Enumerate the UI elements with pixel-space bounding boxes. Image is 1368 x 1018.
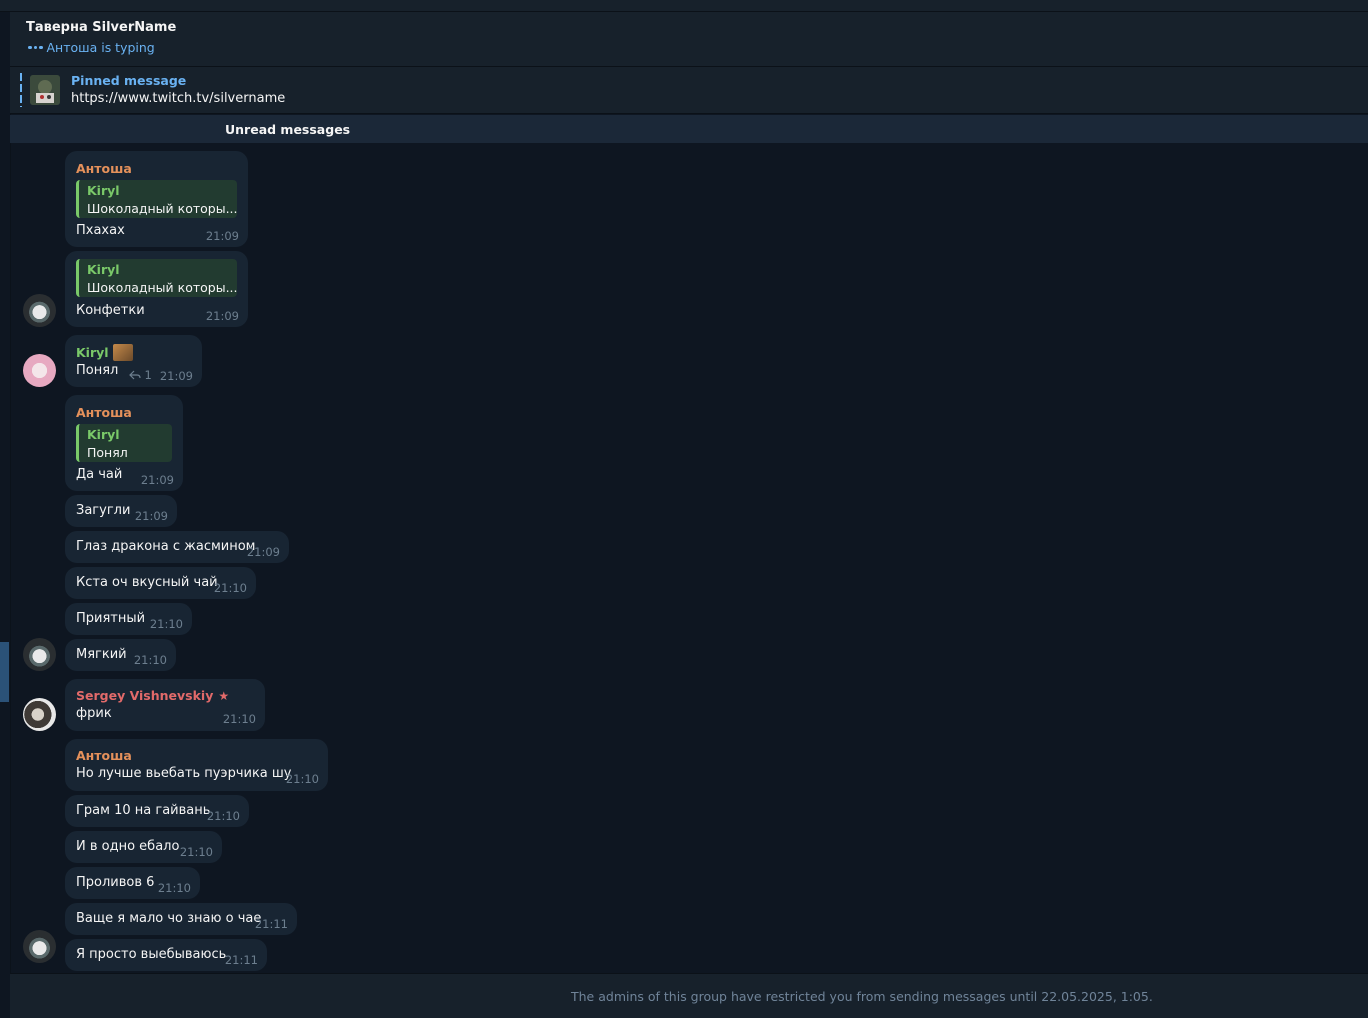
- message-text: Я просто выебываюсь: [76, 947, 227, 962]
- avatar-antosha[interactable]: [23, 638, 56, 671]
- message-time-value: 21:09: [159, 369, 193, 383]
- message-bubble[interactable]: Антоша Kiryl Понял Да чай 21:09: [65, 395, 183, 491]
- avatar-sergey[interactable]: [23, 698, 56, 731]
- message-bubble[interactable]: Кста оч вкусный чай 21:10: [65, 567, 256, 599]
- message-time: 21:10: [149, 617, 183, 631]
- reply-quote[interactable]: Kiryl Шоколадный которы...: [76, 259, 238, 297]
- message-text: Конфетки: [76, 303, 145, 318]
- avatar-antosha[interactable]: [23, 930, 56, 963]
- message-time: 21:09: [205, 229, 239, 243]
- left-panel-edge: [0, 12, 11, 1017]
- message-bubble[interactable]: Приятный 21:10: [65, 603, 192, 635]
- message-text: Загугли: [76, 503, 131, 518]
- pinned-message-bar[interactable]: Pinned message https://www.twitch.tv/sil…: [10, 67, 1368, 114]
- pinned-thumbnail: [30, 75, 60, 105]
- message-sender[interactable]: Sergey Vishnevskiy ★: [76, 688, 229, 703]
- message-sender[interactable]: Антоша: [76, 748, 132, 763]
- message-text: фрик: [76, 706, 112, 721]
- message-sender[interactable]: Антоша: [76, 405, 132, 420]
- reply-arrow-icon: [128, 370, 141, 380]
- message-text: Глаз дракона с жасмином: [76, 539, 256, 554]
- message-time: 21:09: [205, 309, 239, 323]
- message-time: 1 21:09: [128, 368, 193, 383]
- window-top-strip: [0, 0, 1368, 12]
- composer-restricted-bar: The admins of this group have restricted…: [10, 973, 1368, 1018]
- message-time: 21:11: [224, 953, 258, 967]
- chat-title[interactable]: Таверна SilverName: [26, 20, 176, 35]
- message-bubble[interactable]: Антоша Но лучше вьебать пуэрчика шу 21:1…: [65, 739, 328, 791]
- message-text: Приятный: [76, 611, 146, 626]
- message-time: 21:09: [134, 509, 168, 523]
- admin-star-icon: ★: [218, 689, 230, 703]
- message-text: Мягкий: [76, 647, 127, 662]
- message-bubble[interactable]: Ваще я мало чо знаю о чае 21:11: [65, 903, 297, 935]
- message-bubble[interactable]: Kiryl Понял 1 21:09: [65, 335, 202, 387]
- message-text: Да чай: [76, 467, 123, 482]
- message-time: 21:10: [213, 581, 247, 595]
- emoji-status-icon: [112, 344, 133, 361]
- reply-sender: Kiryl: [87, 427, 120, 442]
- replies-count: 1: [144, 368, 152, 382]
- message-time: 21:10: [179, 845, 213, 859]
- message-sender[interactable]: Kiryl: [76, 344, 133, 361]
- message-bubble[interactable]: Антоша Kiryl Шоколадный которы... Пхахах…: [65, 151, 248, 247]
- reply-quote[interactable]: Kiryl Понял: [76, 424, 172, 462]
- message-time: 21:10: [285, 772, 319, 786]
- avatar-kiryl[interactable]: [23, 354, 56, 387]
- message-bubble[interactable]: И в одно ебало 21:10: [65, 831, 222, 863]
- message-time: 21:10: [222, 712, 256, 726]
- pinned-label: Pinned message: [71, 73, 187, 88]
- message-text: Пхахах: [76, 223, 125, 238]
- message-text: Но лучше вьебать пуэрчика шу: [76, 766, 292, 781]
- replies-counter[interactable]: 1: [128, 368, 152, 382]
- message-time: 21:10: [206, 809, 240, 823]
- message-bubble[interactable]: Kiryl Шоколадный которы... Конфетки 21:0…: [65, 251, 248, 327]
- reply-quote[interactable]: Kiryl Шоколадный которы...: [76, 180, 238, 218]
- message-bubble[interactable]: Глаз дракона с жасмином 21:09: [65, 531, 289, 563]
- message-time: 21:09: [246, 545, 280, 559]
- message-bubble[interactable]: Я просто выебываюсь 21:11: [65, 939, 267, 971]
- reply-text: Шоколадный которы...: [87, 201, 238, 216]
- reply-text: Понял: [87, 445, 128, 460]
- left-panel-scroll-indicator[interactable]: [0, 642, 9, 702]
- pinned-text[interactable]: https://www.twitch.tv/silvername: [71, 91, 285, 106]
- message-text: Кста оч вкусный чай: [76, 575, 218, 590]
- reply-text: Шоколадный которы...: [87, 280, 238, 295]
- typing-indicator: Антоша is typing: [28, 40, 155, 55]
- message-text: И в одно ебало: [76, 839, 180, 854]
- typing-text: Антоша is typing: [46, 40, 155, 55]
- reply-sender: Kiryl: [87, 262, 120, 277]
- message-text: Ваще я мало чо знаю о чае: [76, 911, 262, 926]
- message-time: 21:10: [133, 653, 167, 667]
- message-bubble[interactable]: Проливов 6 21:10: [65, 867, 200, 899]
- message-bubble[interactable]: Мягкий 21:10: [65, 639, 176, 671]
- message-bubble[interactable]: Sergey Vishnevskiy ★ фрик 21:10: [65, 679, 265, 731]
- pinned-indicator-bar: [20, 73, 22, 107]
- unread-divider: Unread messages: [10, 115, 1368, 143]
- avatar-antosha[interactable]: [23, 294, 56, 327]
- message-bubble[interactable]: Загугли 21:09: [65, 495, 177, 527]
- message-text: Проливов 6: [76, 875, 155, 890]
- restriction-notice: The admins of this group have restricted…: [571, 989, 1153, 1004]
- unread-label: Unread messages: [225, 122, 351, 137]
- reply-sender: Kiryl: [87, 183, 120, 198]
- message-bubble[interactable]: Грам 10 на гайвань 21:10: [65, 795, 249, 827]
- message-time: 21:09: [140, 473, 174, 487]
- message-time: 21:11: [254, 917, 288, 931]
- typing-dots-icon: [28, 45, 43, 50]
- message-text: Грам 10 на гайвань: [76, 803, 211, 818]
- message-sender[interactable]: Антоша: [76, 161, 132, 176]
- chat-header[interactable]: Таверна SilverName Антоша is typing: [10, 12, 1368, 67]
- message-time: 21:10: [157, 881, 191, 895]
- message-text: Понял: [76, 363, 119, 378]
